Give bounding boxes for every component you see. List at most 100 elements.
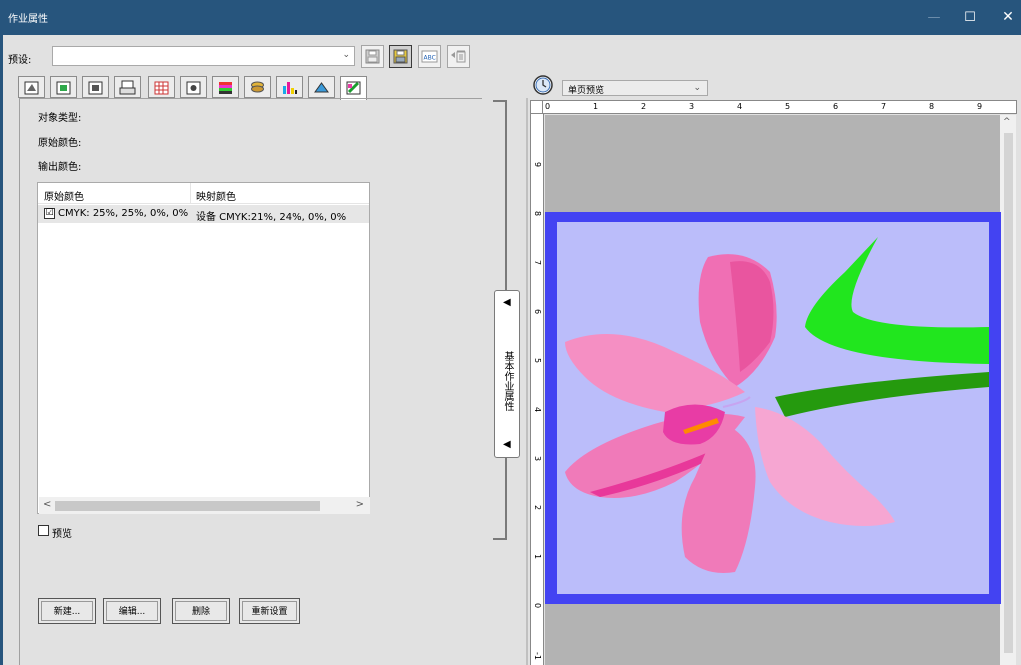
horizontal-ruler: 0 1 2 3 4 5 6 7 8 9 (542, 100, 1017, 114)
save-icon (365, 49, 380, 64)
spellcheck-button[interactable]: ABC (418, 45, 441, 68)
color-mapping-table: 原始颜色 映射颜色 ☑ CMYK: 25%, 25%, 0%, 0% 设备 CM… (37, 182, 370, 514)
ruler-h-label: 7 (881, 102, 887, 111)
column-original-color[interactable]: 原始颜色 (44, 188, 84, 203)
delete-button-label: 删除 (175, 601, 227, 621)
scrollbar-thumb[interactable] (55, 501, 320, 511)
preview-mode-dropdown[interactable]: 单页预览 ⌄ (562, 80, 708, 96)
scroll-left-icon[interactable]: < (43, 499, 51, 510)
row-checkbox[interactable]: ☑ (44, 208, 55, 219)
ruler-v-label: -1 (533, 652, 542, 660)
tab-printer[interactable] (114, 76, 141, 98)
chevron-down-icon: ⌄ (693, 83, 701, 93)
window-border (0, 35, 3, 665)
ruler-h-label: 9 (977, 102, 983, 111)
ruler-v-label: 6 (533, 309, 542, 315)
preview-mode-value: 单页预览 (568, 86, 605, 96)
collapse-arrow-icon[interactable]: ◀ (503, 297, 511, 308)
delete-button[interactable]: 删除 (172, 598, 230, 624)
vertical-ruler: 9 8 7 6 5 4 3 2 1 0 -1 (530, 114, 544, 665)
ruler-v-label: 3 (533, 456, 542, 462)
object-type-label: 对象类型: (38, 113, 82, 124)
ruler-v-label: 7 (533, 260, 542, 266)
grid-icon (154, 81, 169, 95)
tab-color-bars[interactable] (212, 76, 239, 98)
ruler-v-label: 8 (533, 211, 542, 217)
table-row[interactable]: ☑ CMYK: 25%, 25%, 0%, 0% 设备 CMYK:21%, 24… (38, 205, 369, 223)
spellcheck-icon: ABC (421, 50, 438, 63)
edit-button-label: 编辑... (106, 601, 158, 621)
delete-icon (451, 50, 466, 63)
reset-button[interactable]: 重新设置 (239, 598, 300, 624)
column-divider[interactable] (190, 183, 191, 204)
clock-icon[interactable] (532, 74, 554, 96)
minimize-button[interactable]: — (914, 0, 954, 35)
output-color-label: 输出颜色: (38, 162, 82, 173)
tab-image[interactable] (82, 76, 109, 98)
reset-button-label: 重新设置 (242, 601, 297, 621)
close-button[interactable]: ✕ (988, 0, 1021, 35)
preview-vertical-scrollbar[interactable]: ^ (1000, 115, 1016, 665)
original-color-label: 原始颜色: (38, 138, 82, 149)
color-bars-icon (219, 82, 232, 94)
scroll-right-icon[interactable]: > (356, 499, 364, 510)
save-as-preset-button[interactable] (389, 45, 412, 68)
ruler-v-label: 5 (533, 358, 542, 364)
tab-color-replace[interactable] (340, 76, 367, 100)
row-original-color: CMYK: 25%, 25%, 0%, 0% (58, 208, 189, 219)
title-bar: 作业属性 — ☐ ✕ (0, 0, 1021, 35)
save-as-icon (393, 49, 408, 64)
new-button[interactable]: 新建... (38, 598, 96, 624)
tab-media[interactable] (50, 76, 77, 98)
tab-stack[interactable] (244, 76, 271, 98)
horizontal-scrollbar[interactable]: < > (39, 497, 370, 514)
preview-checkbox[interactable] (38, 525, 49, 536)
ruler-v-label: 2 (533, 505, 542, 511)
ruler-h-label: 2 (641, 102, 647, 111)
preset-dropdown[interactable]: ⌄ (52, 46, 355, 66)
page-preview-image (545, 212, 1001, 604)
maximize-button[interactable]: ☐ (950, 0, 990, 35)
tab-cmyk-bars[interactable] (276, 76, 303, 98)
scrollbar-thumb[interactable] (1004, 133, 1013, 653)
ruler-v-label: 9 (533, 162, 542, 168)
ruler-h-label: 8 (929, 102, 935, 111)
color-settings-icon (186, 81, 201, 95)
ruler-v-label: 0 (533, 603, 542, 609)
ruler-h-label: 4 (737, 102, 743, 111)
ruler-h-label: 5 (785, 102, 791, 111)
printer-icon (119, 80, 136, 95)
new-button-label: 新建... (41, 601, 93, 621)
ruler-v-label: 4 (533, 407, 542, 413)
table-header: 原始颜色 映射颜色 (38, 183, 369, 204)
delete-preset-button[interactable] (447, 45, 470, 68)
tab-spot[interactable] (308, 76, 335, 98)
ruler-h-label: 6 (833, 102, 839, 111)
edit-button[interactable]: 编辑... (103, 598, 161, 624)
tab-grid[interactable] (148, 76, 175, 98)
scroll-up-icon[interactable]: ^ (1003, 117, 1011, 127)
tab-page-layout[interactable] (18, 76, 45, 98)
tab-color-settings[interactable] (180, 76, 207, 98)
column-mapped-color[interactable]: 映射颜色 (196, 188, 236, 203)
media-icon (56, 81, 71, 95)
window-title: 作业属性 (8, 14, 48, 25)
save-preset-button[interactable] (361, 45, 384, 68)
color-replace-icon (346, 81, 361, 95)
ruler-h-label: 0 (545, 102, 551, 111)
ruler-h-label: 3 (689, 102, 695, 111)
abc-text: ABC (424, 55, 436, 62)
chevron-down-icon: ⌄ (342, 50, 350, 60)
row-mapped-color: 设备 CMYK:21%, 24%, 0%, 0% (196, 212, 347, 223)
spot-icon (314, 82, 329, 93)
image-icon (88, 81, 103, 95)
page-layout-icon (24, 81, 39, 95)
page-background (557, 222, 989, 594)
preview-checkbox-label: 预览 (52, 529, 72, 540)
basic-job-properties-tab[interactable]: ◀ 基本作业属性 ◀ (494, 290, 520, 458)
preset-label: 预设: (8, 55, 32, 66)
ruler-v-label: 1 (533, 554, 542, 560)
preview-divider (526, 98, 528, 665)
side-tab-label: 基本作业属性 (502, 351, 513, 411)
expand-arrow-icon[interactable]: ◀ (503, 439, 511, 450)
